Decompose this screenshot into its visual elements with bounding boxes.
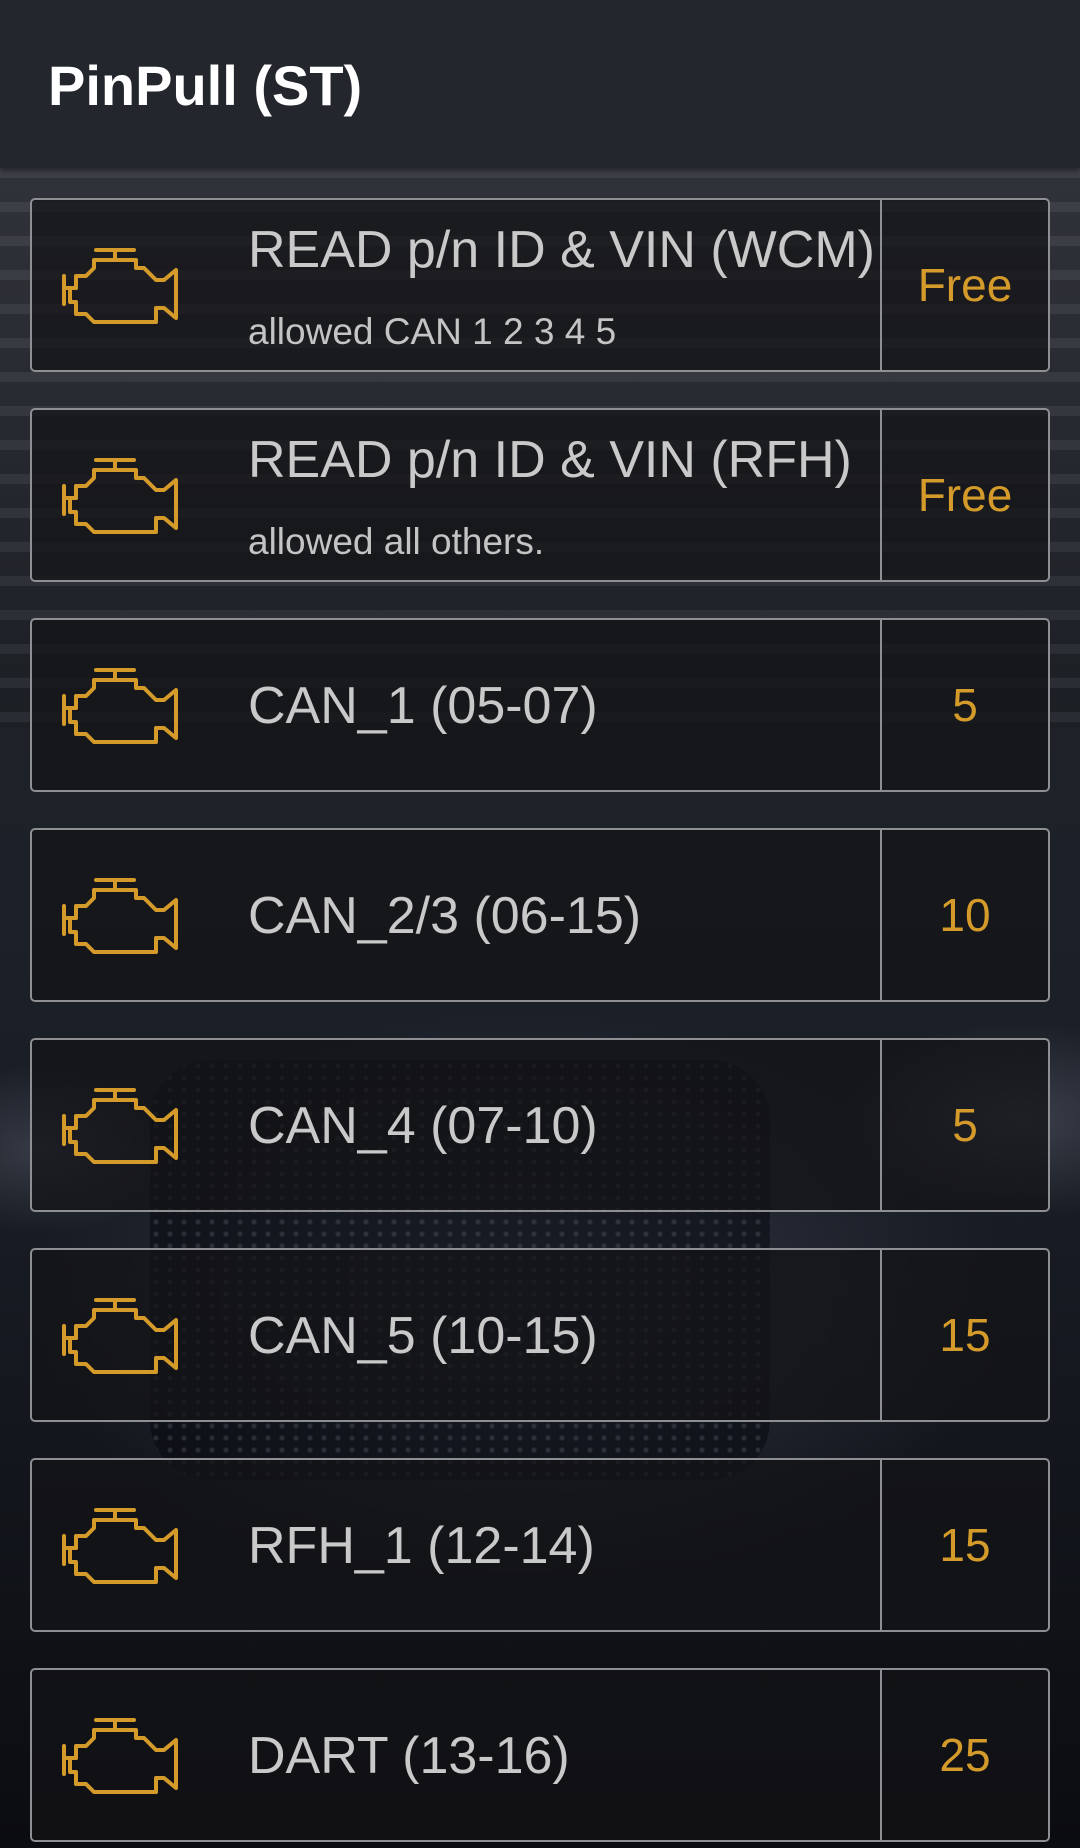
item-subtitle: allowed all others. xyxy=(248,521,545,562)
list-item-1[interactable]: READ p/n ID & VIN (WCM) allowed CAN 1 2 … xyxy=(30,198,1050,372)
app-screen: PinPull (ST) READ p/n ID & VIN (WCM) all… xyxy=(0,0,1080,1848)
engine-icon xyxy=(60,456,184,536)
product-list: READ p/n ID & VIN (WCM) allowed CAN 1 2 … xyxy=(30,198,1050,1848)
item-name: CAN_5 (10-15) xyxy=(248,1307,598,1365)
item-price: 25 xyxy=(939,1729,991,1781)
engine-icon xyxy=(60,1506,184,1586)
item-price: Free xyxy=(917,469,1013,521)
item-price: 10 xyxy=(939,889,991,941)
list-item-4[interactable]: CAN_2/3 (06-15) 10 xyxy=(30,828,1050,1002)
list-item-5[interactable]: CAN_4 (07-10) 5 xyxy=(30,1038,1050,1212)
engine-icon xyxy=(60,246,184,326)
engine-icon xyxy=(60,876,184,956)
item-price: 15 xyxy=(939,1519,991,1571)
item-name: CAN_1 (05-07) xyxy=(248,677,598,735)
list-item-6[interactable]: CAN_5 (10-15) 15 xyxy=(30,1248,1050,1422)
item-price: Free xyxy=(917,259,1013,311)
item-price: 15 xyxy=(939,1309,991,1361)
item-text: READ p/n ID & VIN (WCM) allowed CAN 1 2 … xyxy=(248,200,908,370)
item-name: DART (13-16) xyxy=(248,1727,570,1785)
item-text: CAN_2/3 (06-15) xyxy=(248,830,908,1000)
item-text: DART (13-16) xyxy=(248,1670,908,1840)
item-name: READ p/n ID & VIN (WCM) xyxy=(248,221,875,279)
app-bar: PinPull (ST) xyxy=(0,0,1080,168)
list-item-3[interactable]: CAN_1 (05-07) 5 xyxy=(30,618,1050,792)
item-text: RFH_1 (12-14) xyxy=(248,1460,908,1630)
item-subtitle: allowed CAN 1 2 3 4 5 xyxy=(248,311,617,352)
list-item-8[interactable]: DART (13-16) 25 xyxy=(30,1668,1050,1842)
item-name: CAN_2/3 (06-15) xyxy=(248,887,642,945)
page-title: PinPull (ST) xyxy=(48,54,363,117)
item-name: RFH_1 (12-14) xyxy=(248,1517,595,1575)
item-name: READ p/n ID & VIN (RFH) xyxy=(248,431,852,489)
item-price: 5 xyxy=(952,1099,978,1151)
item-text: READ p/n ID & VIN (RFH) allowed all othe… xyxy=(248,410,908,580)
item-text: CAN_5 (10-15) xyxy=(248,1250,908,1420)
engine-icon xyxy=(60,1296,184,1376)
item-text: CAN_1 (05-07) xyxy=(248,620,908,790)
engine-icon xyxy=(60,666,184,746)
engine-icon xyxy=(60,1086,184,1166)
list-item-2[interactable]: READ p/n ID & VIN (RFH) allowed all othe… xyxy=(30,408,1050,582)
item-name: CAN_4 (07-10) xyxy=(248,1097,598,1155)
item-price: 5 xyxy=(952,679,978,731)
item-text: CAN_4 (07-10) xyxy=(248,1040,908,1210)
list-item-7[interactable]: RFH_1 (12-14) 15 xyxy=(30,1458,1050,1632)
engine-icon xyxy=(60,1716,184,1796)
